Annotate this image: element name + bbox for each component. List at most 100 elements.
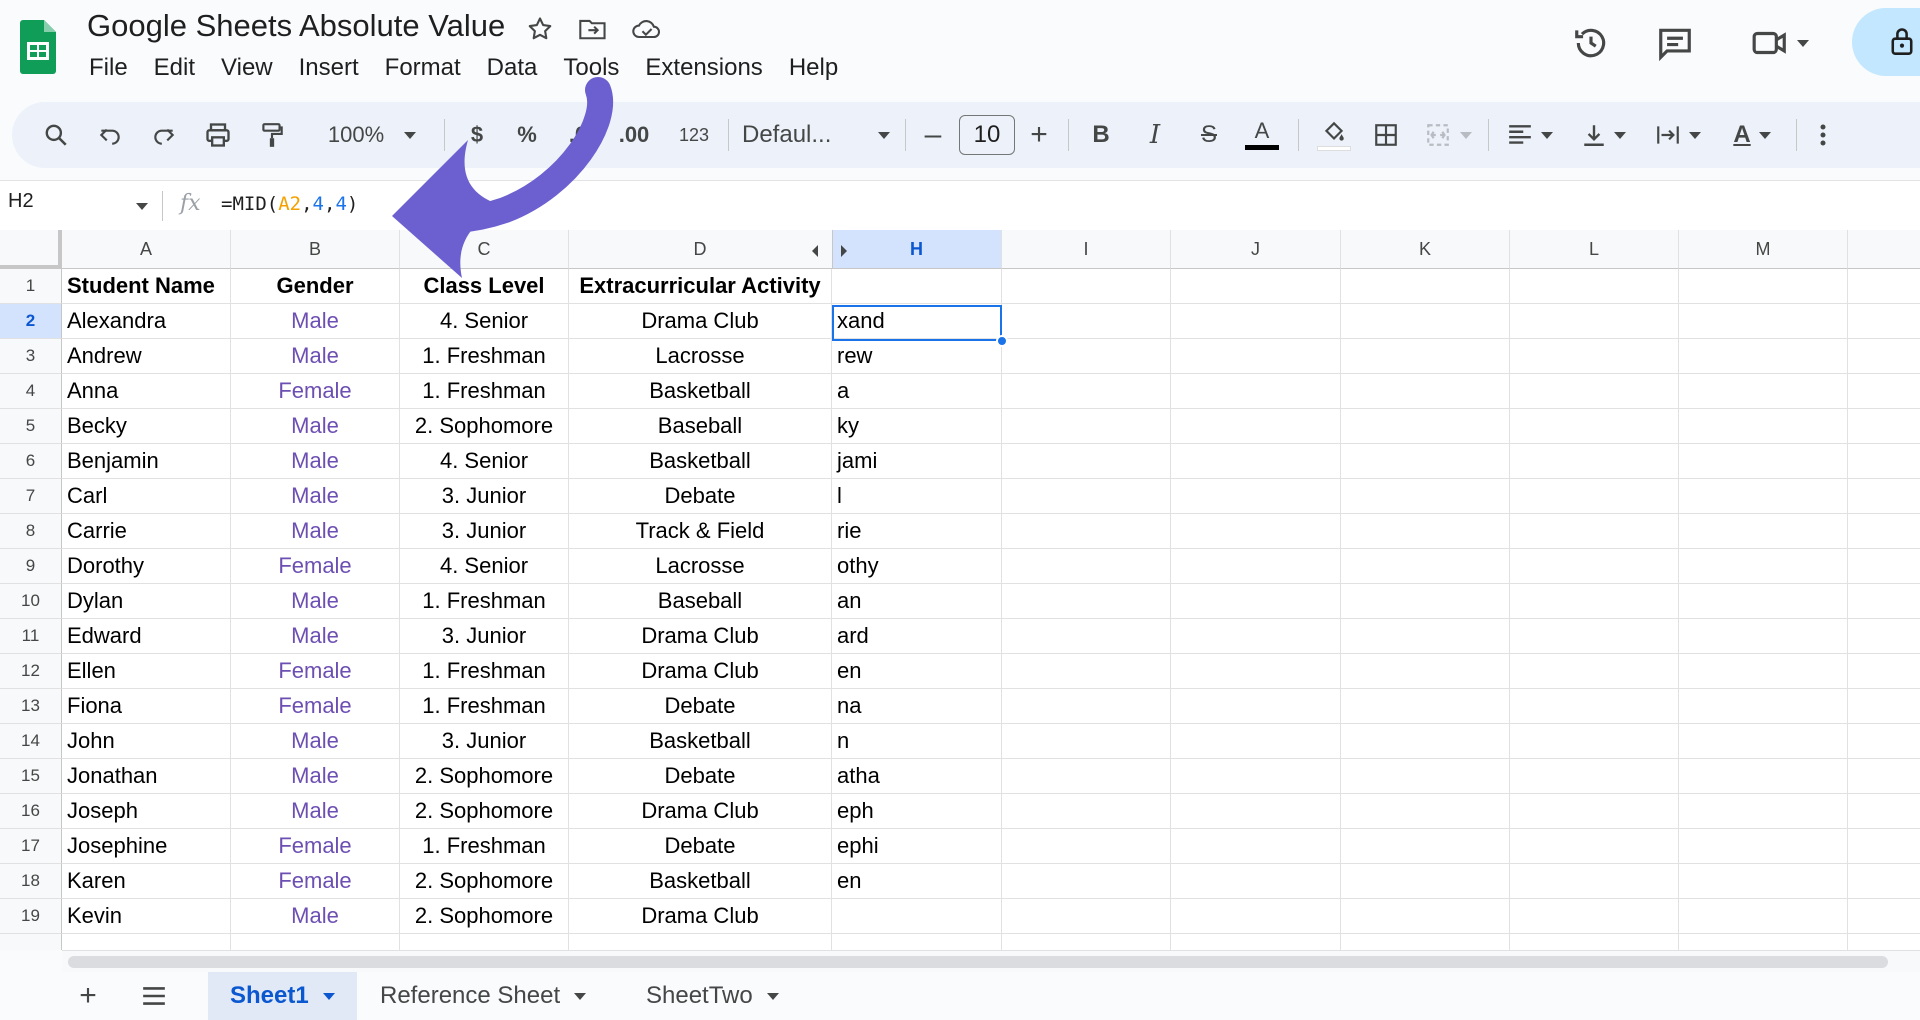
menu-help[interactable]: Help [776,52,851,84]
cell-empty[interactable] [1002,514,1171,549]
cell-h[interactable]: rew [832,339,1002,374]
move-folder-icon[interactable] [576,12,610,46]
cell-gender[interactable]: Male [231,304,400,339]
cell-class-level[interactable]: 3. Junior [400,619,569,654]
cell-empty[interactable] [1848,409,1920,444]
cell-empty[interactable] [1848,339,1920,374]
cell-gender[interactable]: Female [231,689,400,724]
cell-empty[interactable] [1171,584,1341,619]
cell-empty[interactable] [1171,899,1341,934]
cell-gender[interactable]: Male [231,514,400,549]
wrap-icon[interactable] [1648,102,1708,168]
cloud-status-icon[interactable] [630,12,664,46]
increase-font-size-button[interactable]: + [1024,102,1054,168]
column-title[interactable]: Class Level [400,269,569,304]
column-header-m[interactable]: M [1679,230,1848,269]
share-button[interactable] [1852,8,1920,76]
cell-class-level[interactable]: 2. Sophomore [400,759,569,794]
cell-class-level[interactable]: 1. Freshman [400,654,569,689]
align-icon[interactable] [1500,102,1560,168]
row-header[interactable]: 16 [0,794,62,829]
name-box[interactable]: H2 [8,190,34,213]
cell-activity[interactable]: Baseball [569,409,832,444]
column-title[interactable]: Gender [231,269,400,304]
row-header[interactable]: 13 [0,689,62,724]
cell-student-name[interactable]: Carl [62,479,231,514]
cell-gender[interactable]: Male [231,619,400,654]
cell-empty[interactable] [1341,374,1510,409]
cell-empty[interactable] [1679,899,1848,934]
cell-empty[interactable] [1679,269,1848,304]
horizontal-scrollbar[interactable] [62,950,1920,972]
row-header[interactable]: 4 [0,374,62,409]
fill-handle[interactable] [996,335,1008,347]
column-title[interactable]: Student Name [62,269,231,304]
cell-empty[interactable] [1002,689,1171,724]
row-header[interactable]: 17 [0,829,62,864]
cell-empty[interactable] [1341,899,1510,934]
cell-empty[interactable] [1171,549,1341,584]
sheet-tab-sheettwo[interactable]: SheetTwo [624,972,801,1020]
cell-empty[interactable] [1002,759,1171,794]
font-size-input[interactable]: 10 [959,115,1015,155]
cell-activity[interactable]: Track & Field [569,514,832,549]
cell-empty[interactable] [1848,584,1920,619]
cell-activity[interactable]: Basketball [569,724,832,759]
cell-activity[interactable]: Basketball [569,444,832,479]
cell-empty[interactable] [1510,724,1679,759]
cell-empty[interactable] [1341,759,1510,794]
cell-empty[interactable] [1679,829,1848,864]
cell-activity[interactable]: Drama Club [569,899,832,934]
cell-empty[interactable] [1171,409,1341,444]
cell-gender[interactable]: Female [231,549,400,584]
cell-activity[interactable]: Lacrosse [569,549,832,584]
search-icon[interactable] [38,102,74,168]
row-header[interactable]: 2 [0,304,62,339]
cell-h[interactable]: rie [832,514,1002,549]
cell-gender[interactable]: Male [231,339,400,374]
cell-activity[interactable]: Baseball [569,584,832,619]
row-header[interactable]: 7 [0,479,62,514]
cell-empty[interactable] [1679,654,1848,689]
cell-student-name[interactable]: John [62,724,231,759]
cell-h[interactable]: ard [832,619,1002,654]
column-header-d[interactable]: D [569,230,832,269]
cell-class-level[interactable]: 4. Senior [400,444,569,479]
cell-empty[interactable] [1848,269,1920,304]
cell-activity[interactable]: Drama Club [569,654,832,689]
cell-h[interactable]: l [832,479,1002,514]
menu-view[interactable]: View [208,52,286,84]
add-sheet-icon[interactable]: + [68,976,108,1016]
cell-empty[interactable] [1848,514,1920,549]
cell-empty[interactable] [1510,514,1679,549]
cell-empty[interactable] [1002,899,1171,934]
cell-empty[interactable] [1002,374,1171,409]
cell-class-level[interactable]: 3. Junior [400,514,569,549]
cell-partial[interactable] [400,934,569,950]
cell-empty[interactable] [1848,479,1920,514]
scrollbar-thumb[interactable] [68,956,1888,968]
cell-gender[interactable]: Female [231,829,400,864]
cell-empty[interactable] [1341,409,1510,444]
cell-empty[interactable] [1341,269,1510,304]
row-header[interactable]: 9 [0,549,62,584]
cell-empty[interactable] [1848,829,1920,864]
redo-icon[interactable] [146,102,182,168]
cell-activity[interactable]: Debate [569,689,832,724]
cell-student-name[interactable]: Anna [62,374,231,409]
cell-partial[interactable] [231,934,400,950]
column-header-k[interactable]: K [1341,230,1510,269]
cell-empty[interactable] [1848,794,1920,829]
cell-empty[interactable] [1510,654,1679,689]
cell-gender[interactable]: Male [231,584,400,619]
menu-format[interactable]: Format [372,52,474,84]
cell-empty[interactable] [1679,514,1848,549]
cell-empty[interactable] [1171,479,1341,514]
star-icon[interactable] [523,12,557,46]
cell-gender[interactable]: Female [231,654,400,689]
rotate-icon[interactable]: A [1722,102,1782,168]
cell-empty[interactable] [1510,689,1679,724]
cell-student-name[interactable]: Dylan [62,584,231,619]
cell-empty[interactable] [1171,654,1341,689]
cell-empty[interactable] [1848,724,1920,759]
